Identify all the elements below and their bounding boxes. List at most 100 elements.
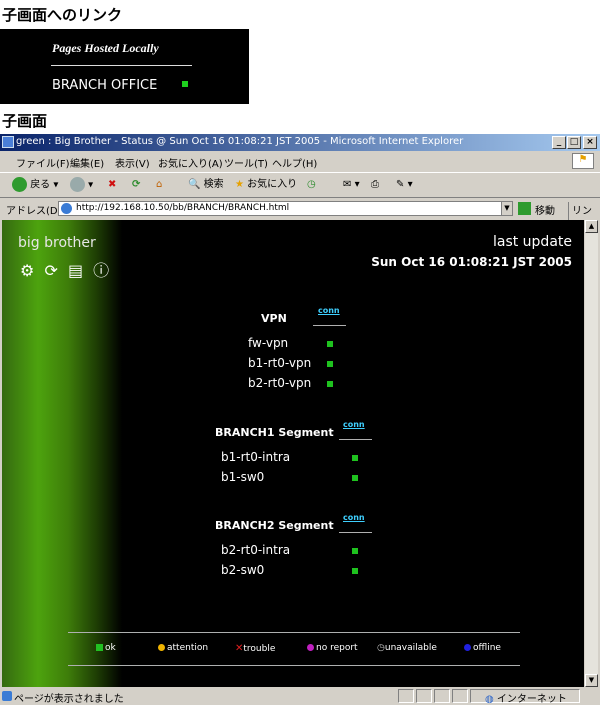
history-button[interactable]: ◷ (307, 177, 316, 193)
menu-view[interactable]: 表示(V) (115, 155, 150, 170)
status-ok-icon[interactable] (352, 475, 358, 481)
legend-label: no report (316, 643, 358, 653)
conn-column-link[interactable]: conn (318, 306, 340, 315)
menu-favorites[interactable]: お気に入り(A) (158, 155, 223, 170)
stop-button[interactable]: ✖ (108, 177, 116, 193)
status-green-icon (182, 81, 188, 87)
attention-icon (158, 644, 165, 651)
status-cell (398, 689, 414, 703)
info-icon[interactable]: ⓘ (93, 257, 109, 281)
browser-window: green : Big Brother - Status @ Sun Oct 1… (0, 134, 600, 705)
address-input[interactable]: http://192.168.10.50/bb/BRANCH/BRANCH.ht… (58, 201, 513, 216)
forward-button[interactable]: ▾ (70, 177, 93, 193)
forward-arrow-icon (70, 177, 85, 192)
status-cell (452, 689, 468, 703)
legend-offline: offline (464, 643, 501, 653)
status-ok-icon[interactable] (352, 568, 358, 574)
vertical-scrollbar[interactable]: ▲ ▼ (585, 220, 598, 687)
legend-label: ok (105, 643, 116, 653)
legend-attention: attention (158, 643, 208, 653)
brand-title: big brother (18, 235, 96, 251)
legend-label: trouble (243, 644, 276, 654)
legend-bottom-rule (68, 665, 520, 666)
legend-no-report: no report (307, 643, 358, 653)
history-list-icon[interactable]: ▤ (68, 261, 83, 280)
status-cell (416, 689, 432, 703)
address-dropdown-icon[interactable]: ▼ (501, 201, 513, 216)
favorites-label: お気に入り (247, 179, 298, 190)
window-title: green : Big Brother - Status @ Sun Oct 1… (16, 136, 464, 147)
search-button[interactable]: 🔍 検索 (188, 177, 224, 193)
ie-page-icon (61, 203, 72, 214)
stop-icon: ✖ (108, 179, 117, 190)
page-content: big brother ⚙ ⟳ ▤ ⓘ last update Sun Oct … (2, 220, 584, 687)
ie-app-icon (2, 136, 14, 148)
minimize-button[interactable]: _ (552, 136, 566, 149)
column-underline (339, 532, 372, 533)
search-icon: 🔍 (188, 179, 201, 190)
host-b2-sw0: b2-sw0 (221, 563, 265, 577)
conn-column-link[interactable]: conn (343, 513, 365, 522)
gear-icon[interactable]: ⚙ (20, 261, 34, 280)
legend-label: unavailable (384, 643, 437, 653)
home-button[interactable]: ⌂ (156, 177, 162, 193)
history-icon: ◷ (307, 179, 316, 190)
favorites-button[interactable]: ★ お気に入り (235, 177, 297, 193)
internet-zone: ◍ インターネット (485, 690, 567, 705)
legend-trouble: ✕trouble (235, 643, 275, 654)
address-label: アドレス(D) (6, 206, 62, 217)
legend-label: attention (167, 643, 209, 653)
legend-label: offline (473, 643, 501, 653)
status-bar: ページが表示されました ◍ インターネット (0, 687, 600, 705)
toolbar: 戻る ▾ ▾ ✖ ⟳ ⌂ 🔍 検索 ★ お気に入り ◷ ✉ ▾ ⎙ ✎ ▾ (0, 172, 600, 198)
status-cell (434, 689, 450, 703)
window-titlebar[interactable]: green : Big Brother - Status @ Sun Oct 1… (0, 134, 600, 151)
segment-title-branch2: BRANCH2 Segment (215, 519, 334, 532)
host-fw-vpn: fw-vpn (248, 336, 289, 350)
host-b1-rt0-vpn: b1-rt0-vpn (248, 356, 312, 370)
menu-tools[interactable]: ツール(T) (224, 155, 268, 170)
menu-file[interactable]: ファイル(F) (16, 155, 70, 170)
mail-icon: ✉ (343, 179, 352, 190)
refresh-cycle-icon[interactable]: ⟳ (44, 261, 57, 280)
conn-column-link[interactable]: conn (343, 420, 365, 429)
address-url: http://192.168.10.50/bb/BRANCH/BRANCH.ht… (76, 203, 290, 213)
column-underline (313, 325, 346, 326)
column-underline (339, 439, 372, 440)
status-ok-icon[interactable] (327, 361, 333, 367)
maximize-button[interactable]: □ (567, 136, 581, 149)
ok-icon (96, 644, 103, 651)
menu-help[interactable]: ヘルプ(H) (272, 155, 317, 170)
brand-icons: ⚙ ⟳ ▤ ⓘ (20, 257, 114, 281)
scroll-down-icon[interactable]: ▼ (585, 674, 598, 687)
back-button[interactable]: 戻る ▾ (12, 177, 58, 193)
status-ok-icon[interactable] (352, 455, 358, 461)
go-arrow-icon[interactable] (518, 202, 531, 215)
print-icon: ⎙ (371, 179, 379, 190)
legend-unavailable: ◷unavailable (377, 643, 437, 653)
status-ok-icon[interactable] (327, 381, 333, 387)
pages-hosted-title: Pages Hosted Locally (52, 41, 159, 55)
close-button[interactable]: × (583, 136, 597, 149)
back-arrow-icon (12, 177, 27, 192)
branch-office-link[interactable]: BRANCH OFFICE (52, 78, 157, 93)
mail-button[interactable]: ✉ ▾ (343, 177, 360, 193)
scroll-up-icon[interactable]: ▲ (585, 220, 598, 233)
offline-icon (464, 644, 471, 651)
menu-edit[interactable]: 編集(E) (70, 155, 104, 170)
divider (51, 65, 192, 66)
refresh-button[interactable]: ⟳ (132, 177, 140, 193)
status-ok-icon[interactable] (327, 341, 333, 347)
status-ok-icon[interactable] (352, 548, 358, 554)
host-b2-rt0-vpn: b2-rt0-vpn (248, 376, 312, 390)
print-button[interactable]: ⎙ (371, 177, 379, 193)
link-section-heading: 子画面へのリンク (2, 6, 123, 24)
host-b1-rt0-intra: b1-rt0-intra (221, 450, 291, 464)
go-button[interactable]: 移動 (535, 202, 555, 217)
home-icon: ⌂ (156, 179, 163, 190)
back-label: 戻る (30, 179, 51, 191)
edit-button[interactable]: ✎ ▾ (396, 177, 413, 193)
green-background-band (2, 220, 122, 687)
host-b1-sw0: b1-sw0 (221, 470, 265, 484)
globe-icon: ◍ (485, 694, 494, 705)
